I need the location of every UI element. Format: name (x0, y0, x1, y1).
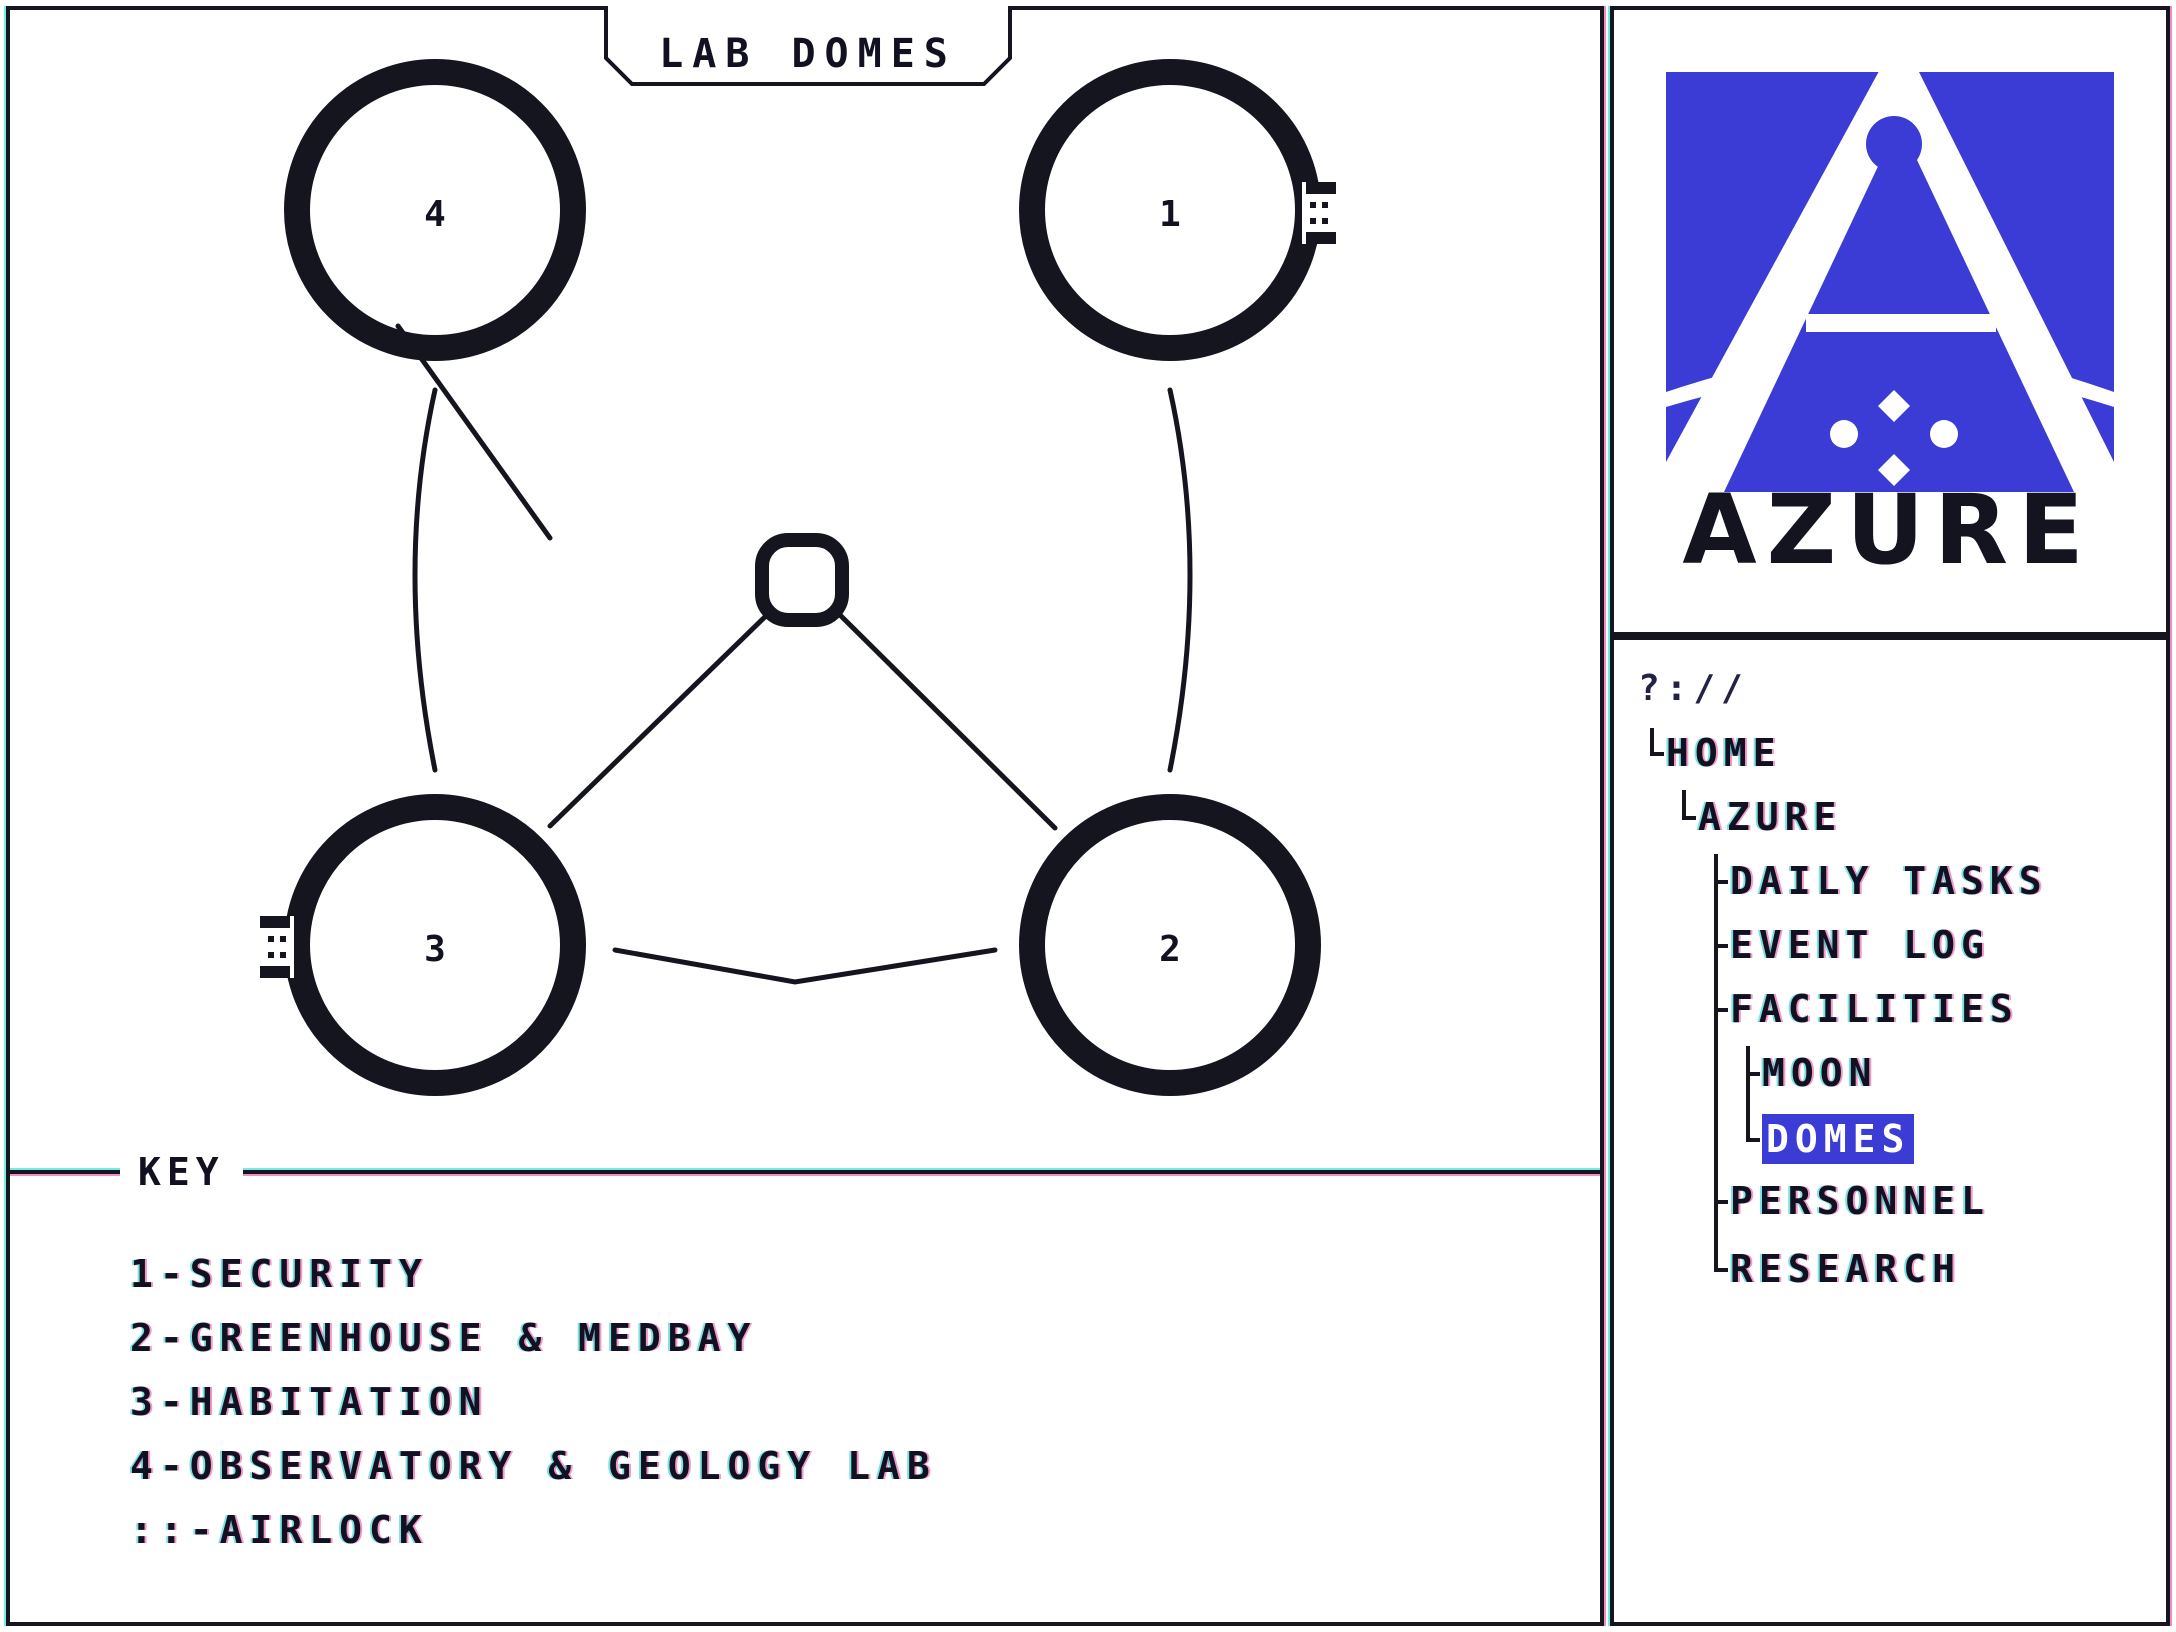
dome-2-label[interactable]: 2 (1130, 925, 1210, 975)
tree-line (1714, 854, 1718, 1272)
logo-panel: AZURE (1610, 6, 2170, 636)
tree-line (1650, 752, 1664, 756)
nav-item-daily-tasks[interactable]: DAILY TASKS (1730, 856, 2048, 906)
key-item-observatory: 4-OBSERVATORY & GEOLOGY LAB (130, 1444, 937, 1488)
key-item-security: 1-SECURITY (130, 1252, 429, 1296)
tree-line (1746, 1072, 1760, 1076)
path-prompt: ?:// (1638, 668, 1749, 709)
key-list: 1-SECURITY 2-GREENHOUSE & MEDBAY 3-HABIT… (130, 1242, 937, 1562)
tree-line (1714, 1268, 1728, 1272)
key-item-greenhouse: 2-GREENHOUSE & MEDBAY (130, 1316, 758, 1360)
tree-line (1714, 1200, 1728, 1204)
key-item-airlock: ::-AIRLOCK (130, 1508, 429, 1552)
logo-wordmark: AZURE (1682, 474, 2094, 586)
key-item-habitation: 3-HABITATION (130, 1380, 489, 1424)
corridor-hub-3 (547, 607, 775, 829)
nav-item-facilities[interactable]: FACILITIES (1730, 984, 2019, 1034)
tree-line (1682, 816, 1696, 820)
tree-line (1682, 790, 1686, 818)
tree-line (1650, 728, 1654, 754)
tree-line (1746, 1138, 1760, 1142)
key-heading: KEY (120, 1150, 243, 1194)
key-divider (10, 1170, 1600, 1174)
dome-4-label[interactable]: 4 (395, 190, 475, 240)
navigation-panel: ?:// HOME AZURE DAILY TASKS EVENT LOG FA… (1610, 636, 2170, 1626)
corridor-4-3 (412, 387, 438, 773)
tree-line (1746, 1046, 1750, 1142)
corridor-1-2 (1167, 387, 1193, 773)
airlock-dome-3 (260, 916, 294, 978)
terminal-screen: LAB DOMES 4 1 3 2 KEY 1-SECURITY 2-GREEN… (0, 0, 2176, 1632)
nav-item-research[interactable]: RESEARCH (1730, 1244, 1961, 1294)
tree-line (1714, 1008, 1728, 1012)
nav-item-personnel[interactable]: PERSONNEL (1730, 1176, 1990, 1226)
tree-line (1714, 944, 1728, 948)
nav-item-azure[interactable]: AZURE (1698, 792, 1842, 842)
dome-1-label[interactable]: 1 (1130, 190, 1210, 240)
nav-item-home[interactable]: HOME (1666, 728, 1782, 778)
corridor-3-2 (612, 947, 998, 985)
nav-item-domes[interactable]: DOMES (1762, 1114, 1915, 1164)
nav-item-event-log[interactable]: EVENT LOG (1730, 920, 1990, 970)
airlock-dome-1 (1302, 182, 1336, 244)
central-hub (755, 533, 849, 627)
dome-map (260, 59, 1336, 1096)
tree-line (1714, 880, 1728, 884)
corridor-hub-2 (837, 612, 1058, 831)
lab-domes-panel: LAB DOMES 4 1 3 2 KEY 1-SECURITY 2-GREEN… (6, 6, 1604, 1626)
nav-item-moon[interactable]: MOON (1762, 1048, 1878, 1098)
azure-logo-icon (1666, 62, 2114, 492)
dome-3-label[interactable]: 3 (395, 925, 475, 975)
